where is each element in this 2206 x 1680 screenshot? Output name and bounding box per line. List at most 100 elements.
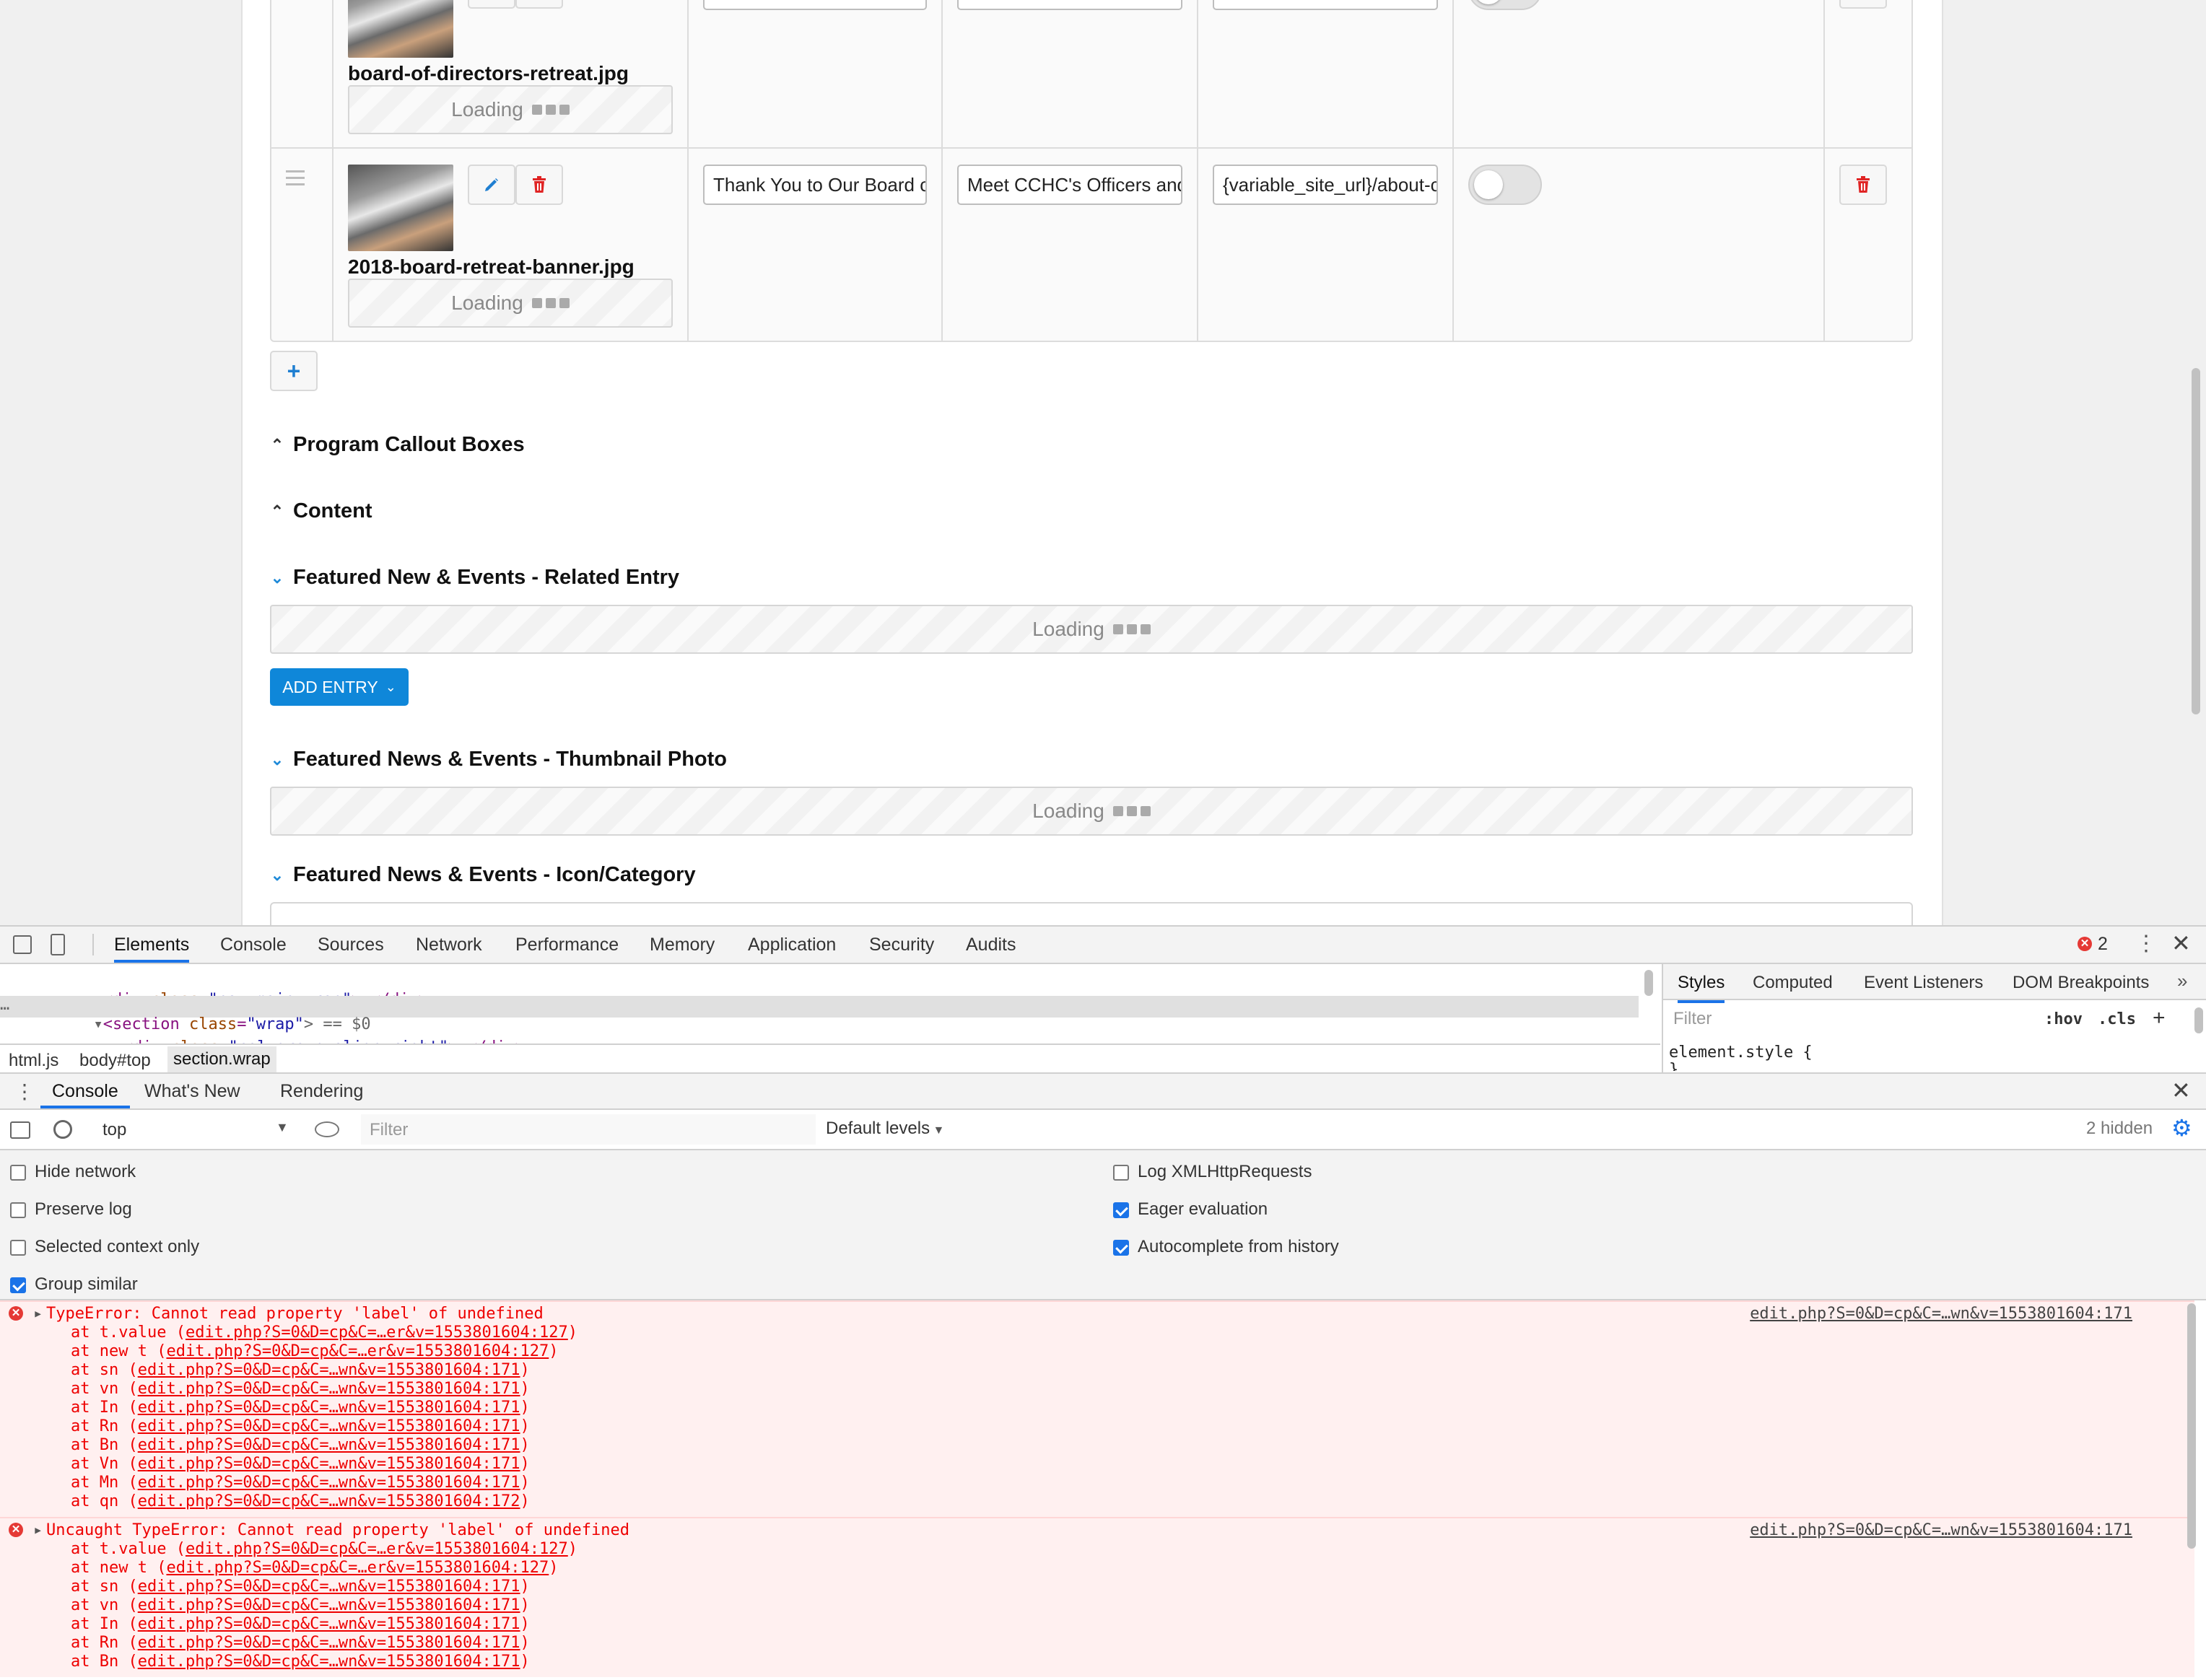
section-related-entry[interactable]: ⌄ Featured New & Events - Related Entry: [270, 566, 679, 590]
autocomplete-checkbox[interactable]: [1113, 1240, 1129, 1256]
stack-frame-link[interactable]: edit.php?S=0&D=cp&C=…er&v=1553801604:127: [166, 1559, 549, 1577]
console-settings-icon[interactable]: ⚙: [2171, 1114, 2192, 1142]
error-source-link[interactable]: edit.php?S=0&D=cp&C=…wn&v=1553801604:171: [1750, 1305, 2132, 1323]
drawer-tab-console[interactable]: Console: [40, 1074, 130, 1108]
section-thumbnail-photo[interactable]: ⌄ Featured News & Events - Thumbnail Pho…: [270, 748, 727, 771]
tab-security[interactable]: Security: [869, 927, 934, 963]
stack-frame-suffix: ): [520, 1596, 530, 1614]
eye-icon[interactable]: [315, 1121, 339, 1137]
image-thumbnail[interactable]: [348, 165, 453, 251]
add-rule-icon[interactable]: +: [2153, 1006, 2166, 1031]
hide-network-checkbox[interactable]: [10, 1165, 26, 1181]
stack-frame-link[interactable]: edit.php?S=0&D=cp&C=…wn&v=1553801604:171: [138, 1596, 520, 1614]
stack-frame-link[interactable]: edit.php?S=0&D=cp&C=…wn&v=1553801604:171: [138, 1380, 520, 1398]
error-source-link[interactable]: edit.php?S=0&D=cp&C=…wn&v=1553801604:171: [1750, 1521, 2132, 1539]
subtitle-input[interactable]: [957, 0, 1182, 10]
expand-triangle-icon[interactable]: ▸: [33, 1521, 43, 1539]
stack-frame-link[interactable]: edit.php?S=0&D=cp&C=…wn&v=1553801604:171: [138, 1634, 520, 1652]
stack-frame-link[interactable]: edit.php?S=0&D=cp&C=…wn&v=1553801604:171: [138, 1455, 520, 1473]
tab-memory[interactable]: Memory: [650, 927, 715, 963]
dom-scrollbar[interactable]: [1644, 970, 1653, 996]
stack-frame-suffix: ): [520, 1653, 530, 1671]
link-input[interactable]: {variable_site_url}/about-c: [1213, 165, 1438, 205]
stack-frame-link[interactable]: edit.php?S=0&D=cp&C=…er&v=1553801604:127: [186, 1324, 568, 1342]
toggle-switch[interactable]: [1468, 165, 1542, 205]
stack-frame-link[interactable]: edit.php?S=0&D=cp&C=…wn&v=1553801604:171: [138, 1653, 520, 1671]
log-levels-select[interactable]: Default levels ▼: [826, 1119, 944, 1139]
group-similar-checkbox[interactable]: [10, 1277, 26, 1293]
link-input[interactable]: [1213, 0, 1438, 10]
stack-frame-link[interactable]: edit.php?S=0&D=cp&C=…wn&v=1553801604:171: [138, 1417, 520, 1435]
close-icon[interactable]: ✕: [2171, 929, 2191, 957]
add-entry-button[interactable]: ADD ENTRY ⌄: [270, 668, 409, 706]
delete-row-button[interactable]: [1839, 0, 1887, 9]
section-icon-category[interactable]: ⌄ Featured News & Events - Icon/Category: [270, 863, 696, 887]
error-count[interactable]: 2: [2098, 934, 2108, 955]
stack-frame-prefix: at new t (: [71, 1342, 167, 1360]
breadcrumb: html.js body#top section.wrap: [0, 1044, 1660, 1072]
add-row-button[interactable]: +: [270, 351, 318, 391]
tab-audits[interactable]: Audits: [966, 927, 1016, 963]
page-scrollbar[interactable]: [2192, 368, 2200, 714]
breadcrumb-item[interactable]: html.js: [9, 1051, 58, 1071]
section-program-callout-boxes[interactable]: ⌃ Program Callout Boxes: [270, 433, 525, 457]
tab-application[interactable]: Application: [748, 927, 836, 963]
log-xhr-checkbox[interactable]: [1113, 1165, 1129, 1181]
more-tabs-icon[interactable]: »: [2177, 970, 2187, 992]
edit-image-button[interactable]: [468, 165, 515, 205]
drag-handle-icon[interactable]: [286, 170, 305, 190]
tab-console[interactable]: Console: [220, 927, 287, 963]
tab-network[interactable]: Network: [416, 927, 482, 963]
sidebar-toggle-icon[interactable]: [10, 1121, 30, 1139]
tab-performance[interactable]: Performance: [515, 927, 619, 963]
more-options-icon[interactable]: ⋮: [2135, 931, 2157, 956]
stack-frame-link[interactable]: edit.php?S=0&D=cp&C=…er&v=1553801604:127: [166, 1342, 549, 1360]
cls-toggle[interactable]: .cls: [2098, 1010, 2136, 1028]
remove-image-button[interactable]: [515, 165, 563, 205]
category-select[interactable]: [270, 902, 1913, 925]
drawer-menu-icon[interactable]: ⋮: [14, 1080, 35, 1103]
drawer-tab-rendering[interactable]: Rendering: [280, 1074, 363, 1108]
delete-row-button[interactable]: [1839, 165, 1887, 205]
ellipsis-icon[interactable]: …: [0, 996, 9, 1014]
clear-console-icon[interactable]: [53, 1120, 72, 1139]
title-input[interactable]: Thank You to Our Board c: [703, 165, 927, 205]
subtitle-input[interactable]: Meet CCHC's Officers and: [957, 165, 1182, 205]
section-content[interactable]: ⌃ Content: [270, 499, 372, 523]
stack-frame-suffix: ): [520, 1380, 530, 1398]
context-select[interactable]: top ▼: [88, 1114, 295, 1145]
breadcrumb-item[interactable]: body#top: [79, 1051, 151, 1071]
stack-frame-link[interactable]: edit.php?S=0&D=cp&C=…wn&v=1553801604:171: [138, 1474, 520, 1492]
styles-scrollbar[interactable]: [2194, 1007, 2203, 1033]
selected-context-checkbox[interactable]: [10, 1240, 26, 1256]
stack-frame-link[interactable]: edit.php?S=0&D=cp&C=…wn&v=1553801604:171: [138, 1399, 520, 1417]
tab-computed[interactable]: Computed: [1753, 973, 1833, 993]
console-scrollbar[interactable]: [2187, 1303, 2196, 1549]
stack-frame-link[interactable]: edit.php?S=0&D=cp&C=…wn&v=1553801604:171: [138, 1615, 520, 1633]
styles-filter-input[interactable]: Filter: [1673, 1009, 2034, 1031]
preserve-log-checkbox[interactable]: [10, 1202, 26, 1218]
edit-image-button[interactable]: [468, 0, 515, 9]
stack-frame-link[interactable]: edit.php?S=0&D=cp&C=…wn&v=1553801604:171: [138, 1578, 520, 1596]
expand-triangle-icon[interactable]: ▸: [33, 1305, 43, 1323]
tab-styles[interactable]: Styles: [1678, 973, 1725, 1003]
inspect-element-icon[interactable]: [13, 935, 32, 954]
title-input[interactable]: [703, 0, 927, 10]
drawer-tab-whats-new[interactable]: What's New: [144, 1074, 240, 1108]
tab-elements[interactable]: Elements: [114, 927, 190, 963]
stack-frame-link[interactable]: edit.php?S=0&D=cp&C=…er&v=1553801604:127: [186, 1540, 568, 1558]
remove-image-button[interactable]: [515, 0, 563, 9]
tab-dom-breakpoints[interactable]: DOM Breakpoints: [2013, 973, 2149, 993]
breadcrumb-item[interactable]: section.wrap: [167, 1046, 276, 1072]
stack-frame-link[interactable]: edit.php?S=0&D=cp&C=…wn&v=1553801604:171: [138, 1436, 520, 1454]
tab-event-listeners[interactable]: Event Listeners: [1864, 973, 1983, 993]
image-thumbnail[interactable]: [348, 0, 453, 58]
stack-frame-link[interactable]: edit.php?S=0&D=cp&C=…wn&v=1553801604:172: [138, 1492, 520, 1510]
console-filter-input[interactable]: Filter: [361, 1114, 816, 1145]
stack-frame-link[interactable]: edit.php?S=0&D=cp&C=…wn&v=1553801604:171: [138, 1361, 520, 1379]
eager-evaluation-checkbox[interactable]: [1113, 1202, 1129, 1218]
device-toolbar-icon[interactable]: [51, 934, 65, 955]
close-drawer-icon[interactable]: ✕: [2171, 1077, 2191, 1104]
tab-sources[interactable]: Sources: [318, 927, 384, 963]
hov-toggle[interactable]: :hov: [2044, 1010, 2083, 1028]
